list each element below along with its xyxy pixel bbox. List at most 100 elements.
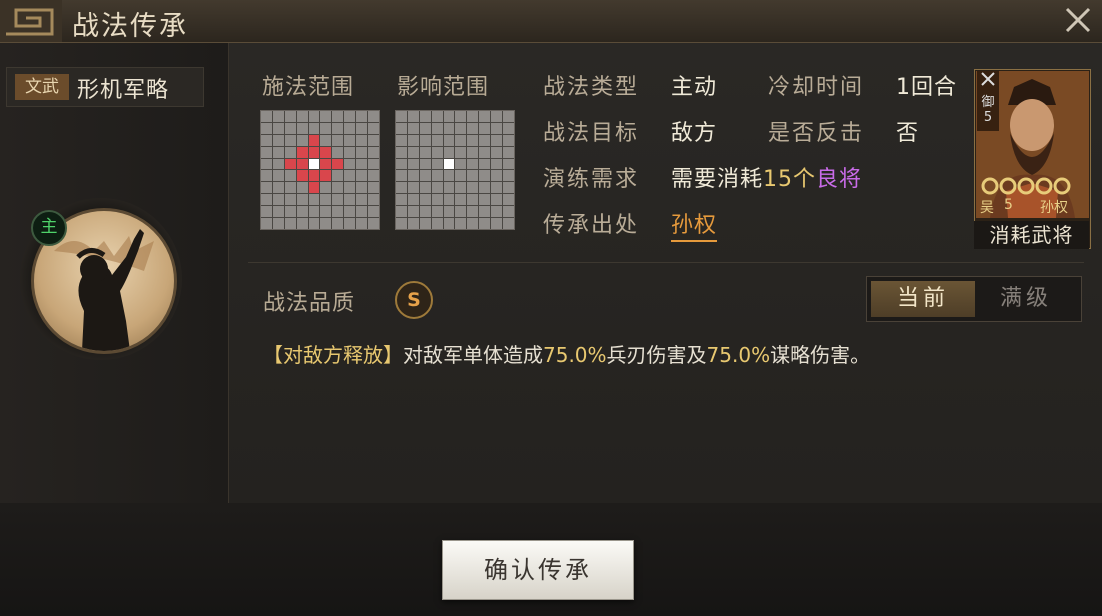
skill-type-label: 战法类型 [543,75,640,100]
grid-cell [368,111,379,122]
card-consume-label: 消耗武将 [974,221,1089,249]
grid-cell [284,194,296,206]
grid-cell [261,182,272,194]
grid-cell [491,158,503,170]
grid-cell [272,122,284,134]
grid-cell [356,194,368,206]
title-bar: 战法传承 [0,0,1102,43]
training-item[interactable]: 良将 [816,167,862,192]
grid-cell [272,158,284,170]
grid-cell [443,182,455,194]
grid-cell [396,170,407,182]
tab-max-level[interactable]: 满级 [975,281,1077,317]
grid-cell [479,122,491,134]
card-general-name: 孙权 [1040,200,1068,216]
grid-cell [332,206,344,218]
grid-cell [261,158,272,170]
grid-cell [431,158,443,170]
grid-cell [296,206,308,218]
grid-cell [296,194,308,206]
grid-range-cell [308,146,320,158]
grid-cell [332,218,344,229]
card-level: 5 [1004,197,1013,213]
grid-cell [491,194,503,206]
grid-cell [503,218,514,229]
close-icon[interactable] [1062,4,1094,36]
grid-cell [491,146,503,158]
grid-cell [467,182,479,194]
grid-cell [503,182,514,194]
confirm-inherit-button[interactable]: 确认传承 [442,540,634,600]
level-toggle[interactable]: 当前 满级 [866,276,1082,322]
grid-cell [344,206,356,218]
grid-cell [368,146,379,158]
grid-cell [431,111,443,122]
grid-range-cell [296,146,308,158]
grid-cell [467,134,479,146]
grid-cell [431,218,443,229]
grid-cell [479,134,491,146]
grid-cell [407,122,419,134]
grid-cell [261,206,272,218]
tab-current[interactable]: 当前 [871,281,975,317]
grid-cell [479,111,491,122]
origin-value[interactable]: 孙权 [671,207,718,242]
page-title: 战法传承 [72,11,188,42]
training-label: 演练需求 [543,167,640,192]
grid-cell [419,146,431,158]
cooldown-value: 1回合 [896,75,957,100]
grid-cell [431,146,443,158]
grid-cell [272,194,284,206]
grid-cell [284,206,296,218]
skill-description: 【对敌方释放】对敌军单体造成75.0%兵刃伤害及75.0%谋略伤害。 [263,339,870,368]
grid-cell [296,122,308,134]
grid-cell [431,170,443,182]
grid-cell [284,146,296,158]
grid-cell [396,122,407,134]
grid-range-cell [296,170,308,182]
section-divider [248,262,1084,263]
skill-name-tag: 文武 形机军略 [6,67,204,107]
grid-cell [443,194,455,206]
grid-cell [356,218,368,229]
effect-range-grid [395,110,515,230]
skill-type-tag: 文武 [15,74,69,100]
card-role-num: 5 [983,110,993,125]
grid-cell [308,111,320,122]
training-count: 15个 [763,167,817,192]
grid-cell [320,111,332,122]
grid-cell [344,182,356,194]
grid-cell [396,218,407,229]
grid-cell [467,111,479,122]
grid-cell [455,182,467,194]
grid-cell [491,206,503,218]
grid-cell [455,194,467,206]
grid-cell [396,111,407,122]
grid-cell [419,194,431,206]
grid-cell [284,122,296,134]
grid-cell [491,170,503,182]
grid-cell [443,206,455,218]
grid-cell [356,182,368,194]
grid-cell [261,194,272,206]
grid-cell [356,134,368,146]
grid-cell [261,170,272,182]
grid-cell [491,134,503,146]
grid-cell [491,182,503,194]
grid-cell [368,206,379,218]
grid-cell [479,218,491,229]
grid-cell [443,170,455,182]
grid-cell [467,170,479,182]
grid-cell [455,158,467,170]
description-text-2: 兵刃伤害及 [606,343,707,367]
origin-link[interactable]: 孙权 [671,213,718,242]
grid-cell [407,146,419,158]
grid-cell [455,111,467,122]
card-footer: 吴 5 孙权 [976,197,1089,217]
counter-label: 是否反击 [768,121,865,146]
grid-cell [356,122,368,134]
grid-range-cell [320,146,332,158]
grid-cell [407,218,419,229]
grid-cell [284,134,296,146]
grid-cell [479,158,491,170]
